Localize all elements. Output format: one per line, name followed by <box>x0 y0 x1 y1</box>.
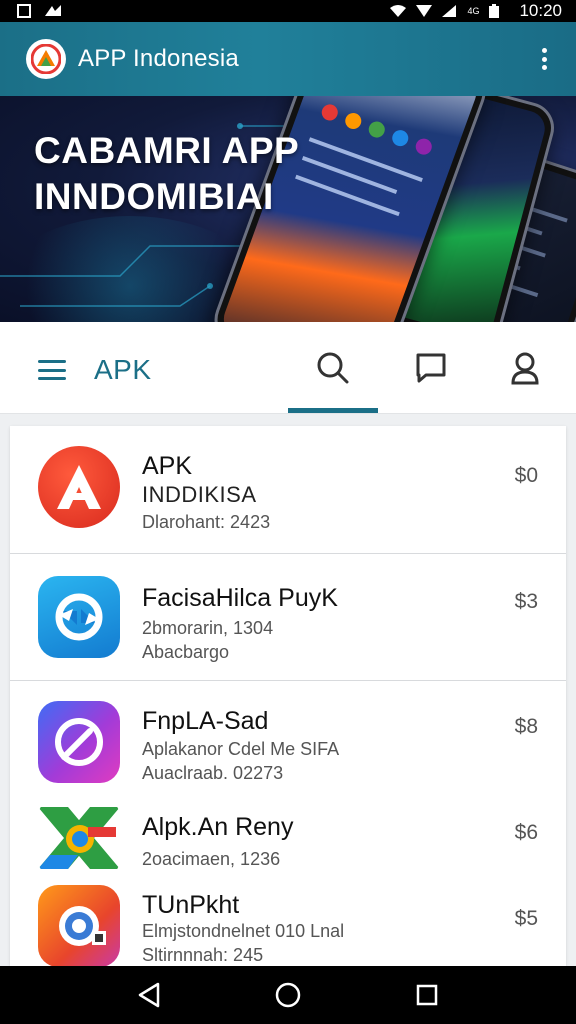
compass-icon <box>38 701 120 783</box>
list-item[interactable]: Alpk.An Reny 2oacimaen, 1236 $6 <box>10 793 566 885</box>
logo-icon <box>31 44 61 74</box>
battery-icon <box>489 4 505 18</box>
app-name: APK <box>142 452 193 480</box>
list-item[interactable]: FacisaHilca PuyK 2bmorarin, 1304 Abacbar… <box>10 554 566 681</box>
app-list: APK INDDIKISA Dlarohant: 2423 $0 FacisaH… <box>10 426 566 966</box>
app-logo <box>26 39 66 79</box>
status-right: 4G 10:20 <box>389 1 562 21</box>
home-icon[interactable] <box>268 975 308 1015</box>
camera-icon <box>38 885 120 966</box>
list-item[interactable]: TUnPkht Elmjstondnelnet 010 Lnal Sltirnn… <box>10 885 566 966</box>
app-name: FnpLA-Sad <box>142 707 269 735</box>
banner-line-2: INNDOMIBIAI <box>34 176 274 217</box>
banner-headline: CABAMRI APP INNDOMIBIAI <box>34 128 299 220</box>
status-bar: 4G 10:20 <box>0 0 576 22</box>
app-price: $3 <box>514 590 538 613</box>
signal-icon <box>415 4 433 18</box>
status-left <box>16 4 61 18</box>
app-meta: Abacbargo <box>142 642 230 662</box>
tab-bar: APK <box>0 322 576 414</box>
app-name: Alpk.An Reny <box>142 813 294 841</box>
menu-icon[interactable] <box>38 360 66 380</box>
tab-apk[interactable]: APK <box>94 354 152 386</box>
list-item[interactable]: APK INDDIKISA Dlarohant: 2423 $0 <box>10 426 566 554</box>
app-name: FacisaHilca PuyK <box>142 584 338 612</box>
chat-icon[interactable] <box>411 348 451 388</box>
active-tab-indicator <box>288 408 378 413</box>
list-item[interactable]: FnpLA-Sad Aplakanor Cdel Me SIFA Auaclra… <box>10 681 566 793</box>
more-vertical-icon[interactable] <box>534 44 554 74</box>
signal-bars-icon <box>441 4 457 18</box>
notification-icon <box>44 4 61 18</box>
app-title: APP Indonesia <box>78 45 239 72</box>
app-header: APP Indonesia <box>0 22 576 96</box>
network-label: 4G <box>467 6 480 16</box>
search-icon[interactable] <box>313 348 353 388</box>
app-price: $0 <box>514 464 538 487</box>
app-subtitle: Aplakanor Cdel Me SIFA <box>142 739 340 759</box>
app-subtitle: INDDIKISA <box>142 482 257 507</box>
arrows-icon <box>38 576 120 658</box>
app-price: $5 <box>514 907 538 930</box>
app-subtitle: 2bmorarin, 1304 <box>142 618 274 638</box>
recents-icon[interactable] <box>407 975 447 1015</box>
promo-banner[interactable]: CABAMRI APP INNDOMIBIAI <box>0 96 576 322</box>
app-meta: Dlarohant: 2423 <box>142 512 271 532</box>
system-nav-bar <box>0 966 576 1024</box>
app-subtitle: Elmjstondnelnet 010 Lnal <box>142 921 345 941</box>
status-time: 10:20 <box>519 1 562 20</box>
profile-icon[interactable] <box>505 348 545 388</box>
app-price: $8 <box>514 715 538 738</box>
shapes-icon <box>38 797 120 879</box>
app-subtitle: 2oacimaen, 1236 <box>142 849 281 869</box>
app-price: $6 <box>514 821 538 844</box>
banner-line-1: CABAMRI APP <box>34 130 300 171</box>
wifi-icon <box>389 4 407 18</box>
app-meta: Sltirnnnah: 245 <box>142 945 264 965</box>
letter-a-icon <box>38 446 120 528</box>
back-icon[interactable] <box>129 975 169 1015</box>
app-name: TUnPkht <box>142 891 240 919</box>
app-meta: Auaclraab. 02273 <box>142 763 284 783</box>
screenshot-icon <box>16 4 32 18</box>
